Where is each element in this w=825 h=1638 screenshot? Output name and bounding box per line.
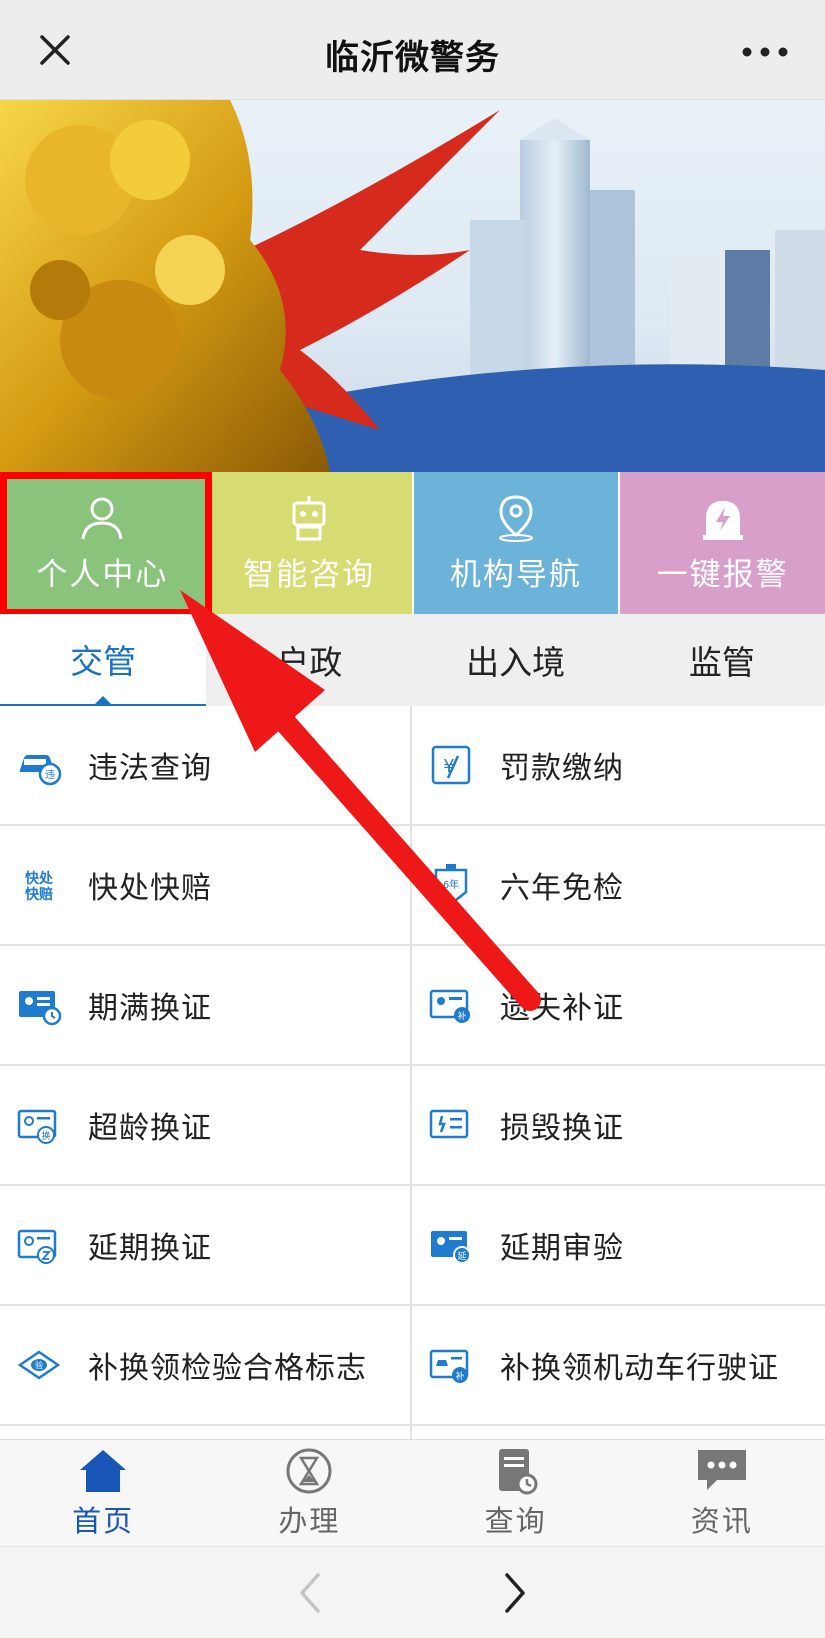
bottom-nav: 首页 办理 查询 资讯 (0, 1439, 825, 1546)
service-item[interactable]: ¥ 罚款缴纳 (412, 706, 825, 826)
svg-text:6年: 6年 (443, 878, 459, 891)
fine-payment-icon: ¥ (431, 745, 471, 785)
user-icon (81, 497, 123, 539)
service-item[interactable]: 违 违法查询 (0, 706, 412, 826)
quick-tiles: 个人中心 智能咨询 机构导航 一键报警 (0, 472, 825, 614)
service-grid: 违 违法查询 ¥ 罚款缴纳 快处 快赔 快处快赔 6年 六年免检 期满换证 补 … (0, 706, 825, 1439)
svg-text:补: 补 (455, 1370, 464, 1382)
nav-label: 首页 (72, 1504, 135, 1538)
hourglass-icon (286, 1448, 332, 1494)
tile-personal-center[interactable]: 个人中心 (0, 472, 207, 614)
home-icon (80, 1450, 127, 1492)
svg-text:验: 验 (35, 1360, 43, 1370)
nav-label: 资讯 (690, 1504, 753, 1538)
document-search-icon (498, 1449, 538, 1495)
svg-text:补: 补 (457, 1010, 466, 1022)
svg-text:违: 违 (45, 769, 55, 781)
svg-text:快赔: 快赔 (25, 886, 53, 903)
service-label: 六年免检 (500, 871, 624, 906)
service-item[interactable] (0, 1426, 412, 1439)
tab-household[interactable]: 户政 (206, 614, 412, 706)
chat-icon (697, 1450, 746, 1490)
vehicle-license-icon: 补 (429, 1349, 469, 1383)
banner-illustration (0, 100, 825, 472)
service-item[interactable]: 换 超龄换证 (0, 1066, 412, 1186)
tile-label: 个人中心 (36, 556, 169, 593)
service-item[interactable]: 损毁换证 (412, 1066, 825, 1186)
tab-supervision[interactable]: 监管 (619, 614, 825, 706)
nav-label: 办理 (278, 1504, 341, 1538)
robot-icon (292, 495, 326, 540)
service-item[interactable]: 延期换证 (0, 1186, 412, 1306)
license-reissue-icon: 补 (429, 989, 470, 1023)
tile-label: 一键报警 (656, 556, 789, 593)
service-item[interactable]: 验 补换领检验合格标志 (0, 1306, 412, 1426)
tile-agency-nav[interactable]: 机构导航 (413, 472, 621, 614)
city-banner[interactable] (0, 100, 825, 472)
car-violation-icon: 违 (20, 755, 62, 786)
license-damaged-icon (429, 1109, 469, 1139)
service-label: 补换领检验合格标志 (88, 1351, 367, 1386)
service-label: 违法查询 (88, 751, 212, 786)
license-expire-icon (19, 991, 62, 1026)
service-item[interactable]: 期满换证 (0, 946, 412, 1066)
service-item[interactable]: 6年 六年免检 (412, 826, 825, 946)
service-item[interactable]: 快处 快赔 快处快赔 (0, 826, 412, 946)
inspection-mark-icon: 验 (17, 1350, 61, 1380)
tile-label: 智能咨询 (243, 556, 376, 593)
service-item[interactable] (412, 1426, 825, 1439)
tab-traffic[interactable]: 交管 (0, 614, 207, 706)
category-tabs: 交管 户政 出入境 监管 (0, 614, 825, 706)
chevron-right-icon[interactable] (495, 1569, 535, 1617)
service-label: 损毁换证 (500, 1111, 624, 1146)
alarm-icon (702, 500, 743, 540)
quick-claim-icon: 快处 快赔 (25, 870, 54, 903)
tile-one-click-alarm[interactable]: 一键报警 (620, 472, 825, 614)
tile-smart-consult[interactable]: 智能咨询 (206, 472, 414, 614)
inspection-exempt-icon: 6年 (434, 864, 468, 906)
nav-home[interactable]: 首页 (0, 1440, 206, 1546)
svg-text:快处: 快处 (25, 870, 54, 887)
svg-text:延: 延 (457, 1250, 466, 1262)
nav-news[interactable]: 资讯 (619, 1440, 825, 1546)
svg-text:换: 换 (41, 1130, 50, 1142)
service-label: 遗失补证 (500, 991, 624, 1026)
service-label: 罚款缴纳 (500, 751, 624, 786)
more-dots-icon[interactable] (735, 30, 795, 70)
browser-bar (0, 1546, 825, 1638)
nav-query[interactable]: 查询 (413, 1440, 619, 1546)
nav-label: 查询 (484, 1504, 547, 1538)
tab-entry-exit[interactable]: 出入境 (413, 614, 619, 706)
page-title: 临沂微警务 (325, 38, 500, 78)
service-label: 超龄换证 (88, 1111, 212, 1146)
chevron-left-icon[interactable] (290, 1569, 330, 1617)
tile-label: 机构导航 (449, 556, 582, 593)
service-label: 延期换证 (88, 1231, 212, 1266)
review-postpone-icon: 延 (431, 1231, 471, 1264)
service-item[interactable]: 补 补换领机动车行驶证 (412, 1306, 825, 1426)
service-item[interactable]: 补 遗失补证 (412, 946, 825, 1066)
service-label: 快处快赔 (88, 871, 212, 906)
license-age-icon: 换 (17, 1109, 57, 1144)
location-pin-icon (498, 494, 533, 542)
license-postpone-icon (17, 1229, 57, 1264)
nav-handle[interactable]: 办理 (206, 1440, 412, 1546)
title-bar: 临沂微警务 (0, 0, 825, 100)
service-label: 期满换证 (88, 991, 212, 1026)
service-label: 延期审验 (500, 1231, 624, 1266)
service-item[interactable]: 延 延期审验 (412, 1186, 825, 1306)
service-label: 补换领机动车行驶证 (500, 1351, 779, 1386)
